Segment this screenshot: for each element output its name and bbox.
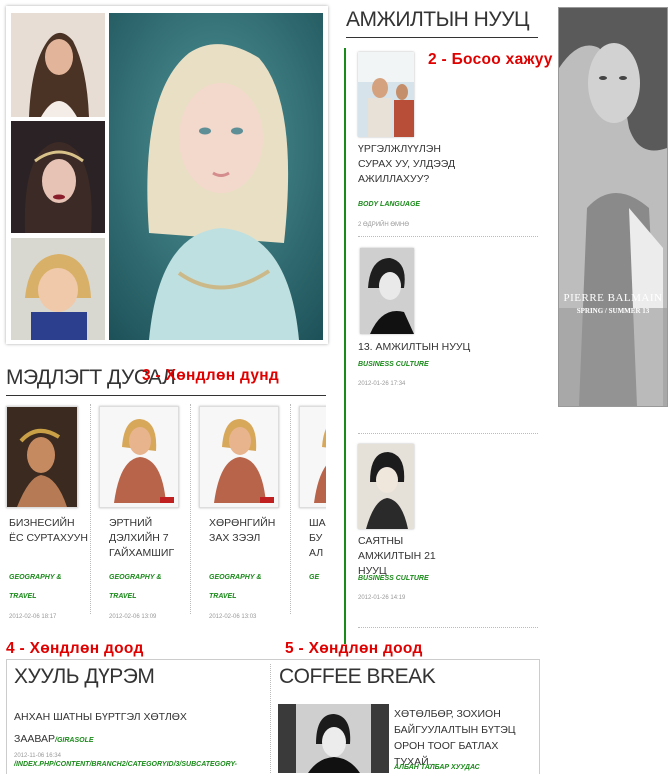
coffee-section-title: COFFEE BREAK xyxy=(279,665,436,688)
success-item-1-title[interactable]: ҮРГЭЛЖЛҮҮЛЭН СУРАХ УУ, УЛДЭЭД АЖИЛЛАХУУ? xyxy=(358,142,468,187)
success-item-2-image[interactable] xyxy=(360,248,414,334)
knowledge-card-2-image[interactable] xyxy=(99,406,179,508)
annotation-horizontal-middle: 3 - Хөндлөн дунд xyxy=(142,367,280,384)
ad-banner[interactable] xyxy=(558,7,668,407)
success-item-2-title[interactable]: 13. АМЖИЛТЫН НУУЦ xyxy=(358,340,518,355)
featured-main-image[interactable] xyxy=(109,13,323,340)
success-item-3-title[interactable]: САЯТНЫ АМЖИЛТЫН 21 НУУЦ xyxy=(358,534,458,579)
law-section-title: ХУУЛЬ ДҮРЭМ xyxy=(14,665,155,688)
knowledge-card-3-image[interactable] xyxy=(199,406,279,508)
ad-brand-text: PIERRE BALMAIN xyxy=(563,292,663,304)
knowledge-card-1-category[interactable]: GEOGRAPHY & TRAVEL xyxy=(9,568,89,606)
knowledge-title-divider xyxy=(6,395,326,396)
coffee-headline[interactable]: ХӨТӨЛБӨР, ЗОХИОН БАЙГУУЛАЛТЫН БҮТЭЦ ОРОН… xyxy=(394,706,534,770)
knowledge-card-2-title[interactable]: ЭРТНИЙ ДЭЛХИЙН 7 ГАЙХАМШИГ xyxy=(109,516,191,561)
bottom-sections-divider xyxy=(270,664,271,773)
success-divider-2 xyxy=(358,433,538,434)
success-item-1-date: 2 ӨДРИЙН ӨМНӨ xyxy=(358,222,410,228)
success-divider-3 xyxy=(358,627,538,628)
law-headline-text[interactable]: АНХАН ШАТНЫ БҮРТГЭЛ ХӨТЛӨХ ЗААВАР xyxy=(14,711,187,745)
knowledge-divider-2 xyxy=(190,404,191,614)
knowledge-card-1-image[interactable] xyxy=(6,406,78,508)
success-green-bar xyxy=(344,48,346,644)
featured-thumb-1[interactable] xyxy=(11,13,105,117)
knowledge-card-3-date: 2012-02-06 13:03 xyxy=(209,614,257,620)
success-item-3-date: 2012-01-26 14:19 xyxy=(358,595,406,601)
success-title-divider xyxy=(346,37,538,38)
knowledge-card-2-date: 2012-02-06 13:09 xyxy=(109,614,157,620)
knowledge-card-4-category[interactable]: GE xyxy=(309,568,326,587)
featured-thumb-2[interactable] xyxy=(11,121,105,233)
annotation-horizontal-bottom-left: 4 - Хөндлөн доод xyxy=(6,640,144,657)
law-headline[interactable]: АНХАН ШАТНЫ БҮРТГЭЛ ХӨТЛӨХ ЗААВАР/GIRASO… xyxy=(14,706,264,776)
coffee-item-image[interactable] xyxy=(278,704,389,773)
featured-thumb-3[interactable] xyxy=(11,238,105,340)
success-divider-1 xyxy=(358,236,538,237)
knowledge-carousel: БИЗНЕСИЙН ЁС СУРТАХУУН GEOGRAPHY & TRAVE… xyxy=(0,400,326,630)
success-item-3-category[interactable]: BUSINESS CULTURE xyxy=(358,575,429,582)
success-item-1-image[interactable] xyxy=(358,52,414,137)
success-item-1-category[interactable]: BODY LANGUAGE xyxy=(358,201,420,208)
knowledge-card-4-image[interactable] xyxy=(299,406,326,508)
success-item-3-image[interactable] xyxy=(358,444,414,529)
success-item-2-category[interactable]: BUSINESS CULTURE xyxy=(358,361,429,368)
knowledge-card-3-title[interactable]: ХӨРӨНГИЙН ЗАХ ЗЭЭЛ xyxy=(209,516,291,546)
law-date: 2012-11-06 16:34 xyxy=(14,753,61,759)
knowledge-card-3-category[interactable]: GEOGRAPHY & TRAVEL xyxy=(209,568,289,606)
knowledge-card-1-title[interactable]: БИЗНЕСИЙН ЁС СУРТАХУУН xyxy=(9,516,91,546)
coffee-category[interactable]: АЛБАН ТАЛБАР ХУУДАС xyxy=(394,764,480,771)
knowledge-card-1-date: 2012-02-06 18:17 xyxy=(9,614,57,620)
knowledge-card-2-category[interactable]: GEOGRAPHY & TRAVEL xyxy=(109,568,189,606)
knowledge-card-4-title[interactable]: ША БУ АЛ xyxy=(309,516,326,561)
annotation-horizontal-bottom-right: 5 - Хөндлөн доод xyxy=(285,640,423,657)
knowledge-divider-1 xyxy=(90,404,91,614)
success-section-title: АМЖИЛТЫН НУУЦ xyxy=(346,8,530,31)
success-item-2-date: 2012-01-26 17:34 xyxy=(358,381,406,387)
annotation-vertical-side: 2 - Босоо хажуу xyxy=(428,51,553,68)
knowledge-divider-3 xyxy=(290,404,291,614)
ad-season-text: SPRING / SUMMER 13 xyxy=(576,307,650,315)
